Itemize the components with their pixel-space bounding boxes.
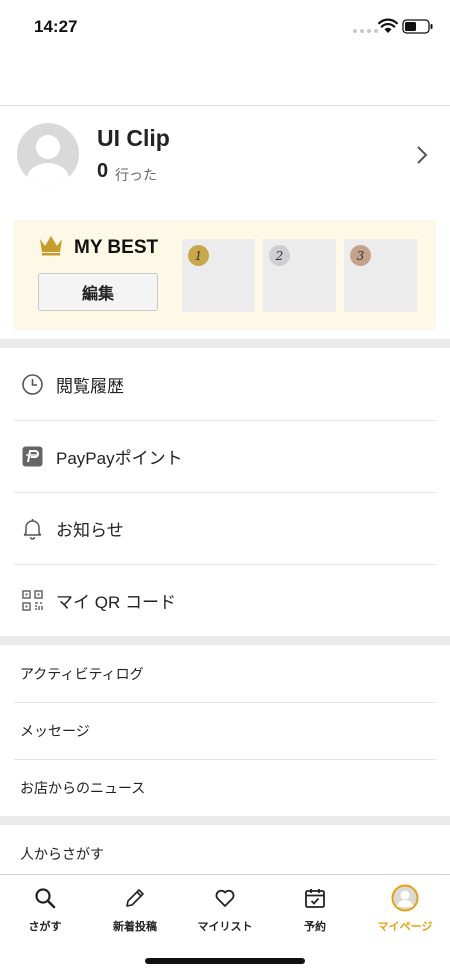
- section-separator: [0, 339, 450, 348]
- status-bar: 14:27: [0, 0, 450, 54]
- crown-icon: [40, 236, 62, 256]
- qr-code-icon: [21, 589, 44, 612]
- menu-item-label: PayPayポイント: [56, 448, 183, 468]
- profile-name: UI Clip: [97, 125, 170, 151]
- menu-item-label: お知らせ: [56, 520, 124, 540]
- paypay-icon: [21, 445, 44, 468]
- visited-count: 0: [97, 160, 109, 182]
- tab-search[interactable]: さがす: [0, 875, 90, 945]
- tab-new-posts[interactable]: 新着投稿: [90, 875, 180, 945]
- link-label: お店からのニュース: [20, 779, 146, 796]
- tab-label: マイリスト: [197, 921, 253, 933]
- menu-item-paypay[interactable]: PayPayポイント: [0, 420, 450, 492]
- wifi-icon: [378, 18, 398, 33]
- visited-count-label: 行った: [115, 167, 157, 183]
- rank-badge: 3: [350, 245, 371, 266]
- menu-item-history[interactable]: 閲覧履歴: [0, 348, 450, 420]
- battery-icon: [402, 19, 433, 34]
- rank-badge: 1: [188, 245, 209, 266]
- my-best-title: MY BEST: [74, 237, 159, 258]
- best-slot-2[interactable]: 2: [263, 239, 336, 312]
- bell-icon: [21, 517, 44, 540]
- best-slot-3[interactable]: 3: [344, 239, 417, 312]
- best-slot-1[interactable]: 1: [182, 239, 255, 312]
- clock-icon: [21, 373, 44, 396]
- signal-dots-icon: [353, 29, 378, 33]
- tab-label: 予約: [304, 921, 326, 933]
- tab-my-page[interactable]: マイページ: [360, 875, 450, 945]
- tab-reservation[interactable]: 予約: [270, 875, 360, 945]
- calendar-icon: [305, 889, 325, 908]
- tab-label: マイページ: [377, 921, 433, 933]
- my-best-section: MY BEST 編集 1 2 3: [14, 220, 436, 330]
- tab-label: 新着投稿: [113, 921, 157, 933]
- menu-item-notifications[interactable]: お知らせ: [0, 492, 450, 564]
- section-separator: [0, 816, 450, 825]
- tab-label: さがす: [28, 921, 62, 933]
- link-label: 人からさがす: [20, 845, 104, 862]
- heart-icon: [215, 889, 235, 907]
- profile-card[interactable]: UI Clip 0 行った: [0, 106, 450, 216]
- avatar: [17, 123, 79, 185]
- search-icon: [35, 888, 56, 909]
- menu-item-label: マイ QR コード: [56, 592, 176, 612]
- status-time: 14:27: [34, 17, 78, 36]
- pencil-icon: [126, 889, 144, 907]
- link-shop-news[interactable]: お店からのニュース: [0, 759, 450, 816]
- tab-my-list[interactable]: マイリスト: [180, 875, 270, 945]
- link-activity-log[interactable]: アクティビティログ: [0, 645, 450, 702]
- user-silhouette-icon: [27, 135, 69, 185]
- link-label: メッセージ: [20, 722, 90, 739]
- menu-item-qr-code[interactable]: マイ QR コード: [0, 564, 450, 636]
- rank-badge: 2: [269, 245, 290, 266]
- menu-item-label: 閲覧履歴: [56, 376, 124, 396]
- link-messages[interactable]: メッセージ: [0, 702, 450, 759]
- home-indicator: [145, 958, 305, 964]
- link-label: アクティビティログ: [20, 665, 144, 682]
- avatar-icon: [391, 884, 419, 912]
- edit-button[interactable]: 編集: [38, 273, 158, 311]
- section-separator: [0, 636, 450, 645]
- chevron-right-icon: [417, 146, 428, 164]
